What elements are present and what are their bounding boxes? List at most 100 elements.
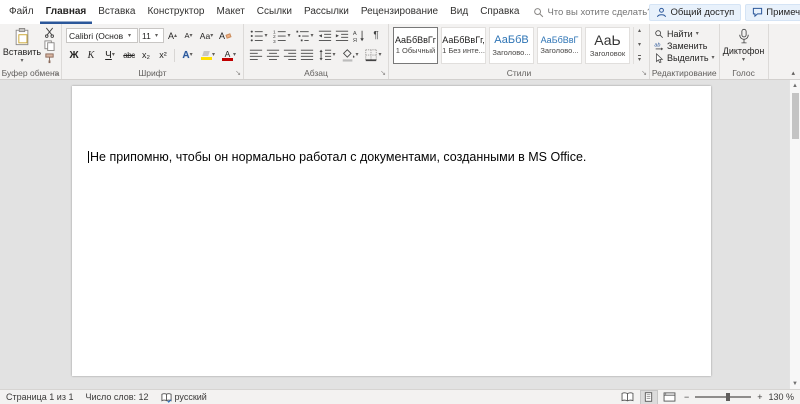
font-dialog-launcher[interactable]: ↘ [235,70,241,77]
zoom-slider-thumb[interactable] [726,393,730,401]
font-name-combo[interactable]: ▾ [66,28,138,43]
page-indicator[interactable]: Страница 1 из 1 [6,392,73,402]
superscript-button[interactable]: x² [155,47,171,63]
tab-layout[interactable]: Макет [210,0,250,24]
scissors-icon [44,27,55,38]
tab-help[interactable]: Справка [474,0,525,24]
styles-dialog-launcher[interactable]: ↘ [641,70,647,77]
comments-button[interactable]: Примечания [745,4,800,21]
select-button[interactable]: Выделить▾ [654,53,715,64]
scrollbar-thumb[interactable] [792,93,799,139]
styles-gallery-down-button[interactable]: ▾ [638,42,641,48]
tab-design[interactable]: Конструктор [141,0,210,24]
font-size-input[interactable] [142,30,154,42]
underline-button[interactable]: Ч▾ [100,47,120,63]
align-center-icon [266,48,280,62]
font-group-label: Шрифт [139,68,167,78]
font-name-input[interactable] [69,30,127,42]
tab-home[interactable]: Главная [40,0,93,24]
web-layout-button[interactable] [662,391,678,404]
borders-button[interactable]: ▾ [362,47,384,63]
dictate-button[interactable]: Диктофон ▾ [724,27,764,64]
change-case-button[interactable]: Аа▾ [197,28,216,44]
scroll-down-button[interactable]: ▼ [792,378,798,389]
share-button-label: Общий доступ [670,7,734,18]
zoom-in-button[interactable]: + [756,392,763,402]
select-pointer-icon [654,53,664,63]
style-heading-2[interactable]: АаБбВвГ Заголово... [537,27,582,64]
clear-formatting-button[interactable]: А [217,28,233,44]
font-color-button[interactable]: А▾ [219,47,239,63]
grow-font-button[interactable]: А▴ [165,28,180,44]
highlight-color-button[interactable]: ▾ [198,47,218,63]
font-size-dropdown-arrow[interactable]: ▾ [155,33,158,39]
bullets-button[interactable]: ▾ [248,28,270,44]
shading-bucket-icon [341,48,355,62]
increase-indent-button[interactable] [334,28,350,44]
language-indicator[interactable]: русский [161,392,207,403]
tab-file[interactable]: Файл [3,0,40,24]
style-no-spacing[interactable]: АаБбВвГг, 1 Без инте... [441,27,486,64]
search-input[interactable] [547,7,649,18]
styles-gallery-up-button[interactable]: ▴ [638,28,641,34]
tab-view[interactable]: Вид [444,0,474,24]
clipboard-group: Вставить ▾ Буфер обмена ↘ [0,24,62,79]
tab-insert[interactable]: Вставка [92,0,141,24]
font-size-combo[interactable]: ▾ [139,28,164,43]
multilevel-list-button[interactable]: ▾ [294,28,316,44]
replace-button[interactable]: ab Заменить [654,40,715,51]
word-count[interactable]: Число слов: 12 [85,392,148,402]
style-title[interactable]: АаЬ Заголовок [585,27,630,64]
scroll-up-button[interactable]: ▲ [792,80,798,91]
copy-button[interactable] [42,40,57,51]
tab-review[interactable]: Рецензирование [355,0,444,24]
eraser-icon [225,33,231,38]
styles-gallery-more-button[interactable]: ▾ [638,55,641,63]
svg-text:ab: ab [654,42,660,48]
line-spacing-button[interactable]: ▾ [316,47,338,63]
find-button[interactable]: Найти▾ [654,28,715,39]
align-left-button[interactable] [248,47,264,63]
shading-button[interactable]: ▾ [339,47,361,63]
document-page[interactable]: Не припомню, чтобы он нормально работал … [72,86,711,376]
vertical-scrollbar[interactable]: ▲ ▼ [789,80,800,389]
justify-button[interactable] [299,47,315,63]
zoom-out-button[interactable]: − [683,392,690,402]
read-mode-button[interactable] [620,391,636,404]
decrease-indent-button[interactable] [317,28,333,44]
tab-references[interactable]: Ссылки [251,0,298,24]
zoom-level[interactable]: 130 % [768,392,794,402]
justify-icon [300,48,314,62]
document-text: Не припомню, чтобы он нормально работал … [90,150,586,164]
style-heading-1[interactable]: АаБбВ Заголово... [489,27,534,64]
paste-dropdown-arrow[interactable]: ▾ [20,58,23,64]
dictate-dropdown-arrow[interactable]: ▾ [742,57,745,63]
shrink-font-button[interactable]: А▾ [181,28,196,44]
print-layout-button[interactable] [641,391,657,404]
numbering-button[interactable]: 123 ▾ [271,28,293,44]
font-group: ▾ ▾ А▴ А▾ Аа▾ А Ж К Ч▾ abc x₂ [62,24,244,79]
font-name-dropdown-arrow[interactable]: ▾ [128,33,131,39]
zoom-slider[interactable] [695,396,751,398]
format-painter-button[interactable] [42,53,57,64]
show-formatting-marks-button[interactable]: ¶ [368,28,384,44]
sort-button[interactable]: АЯ [351,28,367,44]
share-button[interactable]: Общий доступ [649,4,741,21]
clipboard-dialog-launcher[interactable]: ↘ [53,70,59,77]
tell-me-search[interactable] [533,0,649,24]
text-effects-button[interactable]: А▾ [178,47,197,63]
strikethrough-button[interactable]: abc [121,47,137,63]
style-normal[interactable]: АаБбВвГг 1 Обычный [393,27,438,64]
document-paragraph[interactable]: Не припомню, чтобы он нормально работал … [72,86,711,166]
cut-button[interactable] [42,27,57,38]
tab-mailings[interactable]: Рассылки [298,0,355,24]
align-center-button[interactable] [265,47,281,63]
status-bar: Страница 1 из 1 Число слов: 12 русский −… [0,389,800,404]
paragraph-dialog-launcher[interactable]: ↘ [380,70,386,77]
italic-button[interactable]: К [83,47,99,63]
collapse-ribbon-button[interactable]: ▴ [791,69,795,77]
paste-button[interactable]: Вставить ▾ [4,27,40,64]
bold-button[interactable]: Ж [66,47,82,63]
align-right-button[interactable] [282,47,298,63]
subscript-button[interactable]: x₂ [138,47,154,63]
